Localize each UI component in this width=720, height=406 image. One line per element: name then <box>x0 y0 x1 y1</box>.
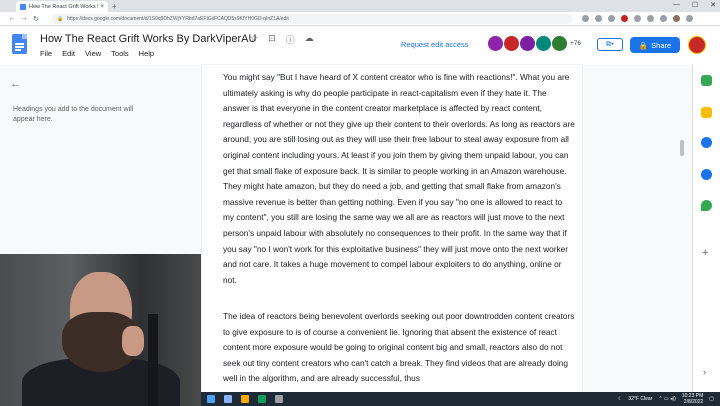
start-icon[interactable] <box>207 395 215 403</box>
weather-text[interactable]: 32°F Clear <box>628 396 652 402</box>
menu-tools[interactable]: Tools <box>111 49 129 58</box>
info-icon[interactable]: ⓘ <box>286 33 295 46</box>
menu-bar: File Edit View Tools Help <box>40 49 154 58</box>
viewer-avatar[interactable] <box>520 36 535 51</box>
viewer-avatar[interactable] <box>488 36 503 51</box>
docs-favicon-icon <box>20 3 26 10</box>
present-button[interactable]: ⧉▾ <box>597 38 623 51</box>
move-folder-icon[interactable]: ⊡ <box>268 33 276 46</box>
collapse-panel-icon[interactable]: › <box>703 367 706 377</box>
tab-title: How The React Grift Works By Da <box>29 3 98 10</box>
tasks-icon[interactable] <box>701 137 712 148</box>
webcam-overlay <box>0 254 201 406</box>
docs-logo-icon[interactable] <box>12 34 27 54</box>
title-icons: ☆ ⊡ ⓘ ☁ <box>250 33 314 46</box>
zoom-icon[interactable] <box>595 15 602 22</box>
outline-hint: Headings you add to the document will ap… <box>13 106 134 123</box>
keep-icon[interactable] <box>701 107 712 118</box>
document-title[interactable]: How The React Grift Works By DarkViperAU <box>40 33 256 45</box>
calendar-icon[interactable] <box>701 75 712 86</box>
edge-browser-icon[interactable] <box>258 395 266 403</box>
menu-file[interactable]: File <box>40 49 52 58</box>
forward-button[interactable]: → <box>18 15 30 22</box>
menu-edit[interactable]: Edit <box>62 49 75 58</box>
windows-taskbar: ☾ 32°F Clear ⌃ ▭ ◂)) 10:23 PM 2/8/2022 ▢ <box>201 392 720 406</box>
paragraph: The idea of reactors being benevolent ov… <box>223 311 575 384</box>
profile-avatar-icon[interactable] <box>673 15 680 22</box>
webcam-person-hand <box>122 326 144 356</box>
url-bar[interactable]: 🔒 https://docs.google.com/document/d/1S0… <box>52 13 572 24</box>
weather-icon[interactable]: ☾ <box>618 396 622 402</box>
cloud-status-icon[interactable]: ☁ <box>305 33 314 46</box>
reload-button[interactable]: ↻ <box>30 15 42 23</box>
maximize-button[interactable]: ☐ <box>692 1 698 9</box>
star-icon[interactable]: ☆ <box>250 33 258 46</box>
favorite-icon[interactable] <box>608 15 615 22</box>
menu-view[interactable]: View <box>85 49 101 58</box>
lock-icon: 🔒 <box>57 15 64 22</box>
viewer-avatars: +76 <box>488 36 581 51</box>
address-toolbar: ← → ↻ 🔒 https://docs.google.com/document… <box>0 12 720 26</box>
favorites-icon[interactable] <box>647 15 654 22</box>
paragraph: You might say "But I have heard of X con… <box>223 72 575 285</box>
present-icon: ⧉▾ <box>606 40 614 48</box>
task-view-icon[interactable] <box>224 395 232 403</box>
browser-tab-bar: How The React Grift Works By Da × + — ☐ … <box>0 0 720 12</box>
screen: How The React Grift Works By Da × + — ☐ … <box>0 0 720 406</box>
taskbar-apps <box>207 395 283 403</box>
minimize-button[interactable]: — <box>673 1 680 9</box>
system-tray: ☾ 32°F Clear ⌃ ▭ ◂)) 10:23 PM 2/8/2022 ▢ <box>618 393 714 405</box>
maps-icon[interactable] <box>701 200 712 211</box>
share-button[interactable]: 🔒 Share <box>630 37 680 53</box>
extension-icons <box>582 15 693 22</box>
clock-date: 2/8/2022 <box>683 399 704 405</box>
close-window-button[interactable]: ✕ <box>710 1 716 9</box>
share-label: Share <box>651 40 672 50</box>
url-text: https://docs.google.com/document/d/1S0q9… <box>67 15 289 22</box>
back-button[interactable]: ← <box>6 15 18 22</box>
extension-icon[interactable] <box>621 15 628 22</box>
collections-icon[interactable] <box>660 15 667 22</box>
notifications-icon[interactable]: ▢ <box>709 396 714 402</box>
more-viewers-count[interactable]: +76 <box>570 40 581 47</box>
menu-help[interactable]: Help <box>139 49 154 58</box>
viewer-avatar[interactable] <box>504 36 519 51</box>
document-page[interactable]: You might say "But I have heard of X con… <box>202 65 582 406</box>
viewer-avatar[interactable] <box>552 36 567 51</box>
side-panel: + › <box>692 65 720 406</box>
file-explorer-icon[interactable] <box>241 395 249 403</box>
window-controls: — ☐ ✕ <box>673 1 716 9</box>
browser-tab[interactable]: How The React Grift Works By Da × <box>16 1 108 12</box>
docs-header: How The React Grift Works By DarkViperAU… <box>0 27 720 65</box>
new-tab-button[interactable]: + <box>112 1 117 12</box>
tab-close-icon[interactable]: × <box>100 4 104 10</box>
close-outline-arrow-icon[interactable]: ← <box>10 78 21 90</box>
add-addon-icon[interactable]: + <box>702 247 708 259</box>
refresh-icon[interactable] <box>634 15 641 22</box>
request-edit-access-link[interactable]: Request edit access <box>401 40 469 49</box>
app-icon[interactable] <box>275 395 283 403</box>
more-menu-icon[interactable] <box>686 15 693 22</box>
microphone-arm <box>148 314 158 406</box>
tray-icons[interactable]: ⌃ ▭ ◂)) <box>658 396 676 402</box>
contacts-icon[interactable] <box>701 169 712 180</box>
clock[interactable]: 10:23 PM 2/8/2022 <box>682 393 703 405</box>
lock-icon: 🔒 <box>638 40 649 50</box>
vertical-scrollbar[interactable] <box>680 140 684 156</box>
viewer-avatar[interactable] <box>536 36 551 51</box>
read-aloud-icon[interactable] <box>582 15 589 22</box>
account-avatar[interactable] <box>688 36 706 54</box>
